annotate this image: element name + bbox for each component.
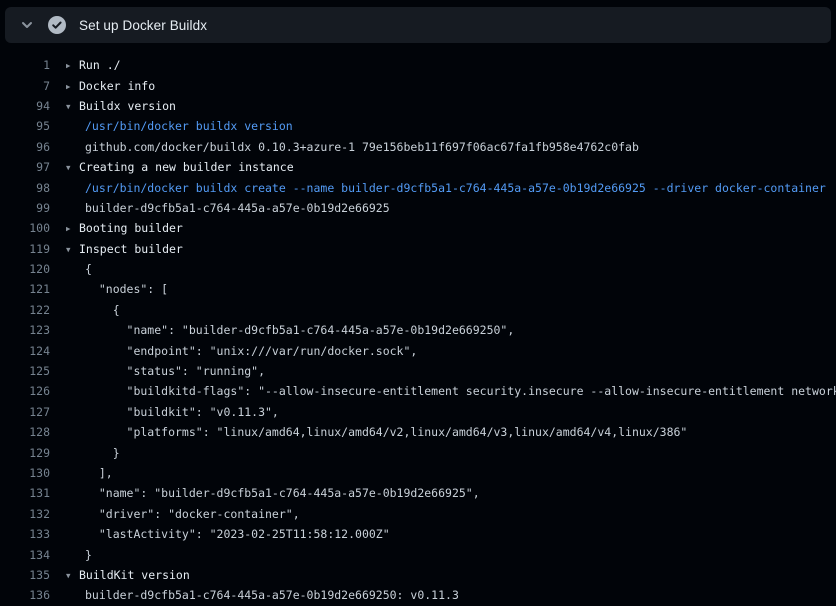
- output-text: "status": "running",: [85, 364, 265, 378]
- group-expanded-icon[interactable]: ▼: [66, 102, 79, 111]
- log-lines: 1▶Run ./7▶Docker info94▼Buildx version95…: [0, 43, 836, 606]
- log-line: 120 {: [0, 259, 836, 279]
- output-text: "platforms": "linux/amd64,linux/amd64/v2…: [85, 425, 687, 439]
- line-number[interactable]: 124: [0, 344, 50, 358]
- group-title[interactable]: Run ./: [79, 58, 121, 72]
- output-text: {: [85, 262, 92, 276]
- group-title[interactable]: Booting builder: [79, 221, 183, 235]
- check-circle-icon: [48, 16, 66, 34]
- group-title[interactable]: Inspect builder: [79, 242, 183, 256]
- line-number[interactable]: 135: [0, 568, 50, 582]
- line-number[interactable]: 131: [0, 486, 50, 500]
- line-number[interactable]: 1: [0, 58, 50, 72]
- output-text: "name": "builder-d9cfb5a1-c764-445a-a57e…: [85, 486, 480, 500]
- group-title[interactable]: Docker info: [79, 79, 155, 93]
- group-title[interactable]: BuildKit version: [79, 568, 190, 582]
- log-line: 135 ▼BuildKit version: [0, 565, 836, 585]
- line-number[interactable]: 121: [0, 282, 50, 296]
- line-number[interactable]: 134: [0, 548, 50, 562]
- log-line: 133 "lastActivity": "2023-02-25T11:58:12…: [0, 524, 836, 544]
- log-line: 119 ▼Inspect builder: [0, 239, 836, 259]
- line-number[interactable]: 129: [0, 446, 50, 460]
- output-text: "endpoint": "unix:///var/run/docker.sock…: [85, 344, 417, 358]
- line-number[interactable]: 127: [0, 405, 50, 419]
- log-line: 132 "driver": "docker-container",: [0, 504, 836, 524]
- line-number[interactable]: 7: [0, 79, 50, 93]
- line-number[interactable]: 128: [0, 425, 50, 439]
- output-text: {: [85, 303, 120, 317]
- output-text: "lastActivity": "2023-02-25T11:58:12.000…: [85, 527, 390, 541]
- line-number[interactable]: 96: [0, 140, 50, 154]
- output-text: builder-d9cfb5a1-c764-445a-a57e-0b19d2e6…: [85, 201, 390, 215]
- line-number[interactable]: 94: [0, 99, 50, 113]
- output-text: builder-d9cfb5a1-c764-445a-a57e-0b19d2e6…: [85, 588, 459, 602]
- group-expanded-icon[interactable]: ▼: [66, 245, 79, 254]
- line-number[interactable]: 136: [0, 588, 50, 602]
- line-number[interactable]: 98: [0, 181, 50, 195]
- output-text: "nodes": [: [85, 282, 168, 296]
- log-line: 129 }: [0, 442, 836, 462]
- output-text: ],: [85, 466, 113, 480]
- log-line: 7 ▶Docker info: [0, 75, 836, 95]
- log-line: 95/usr/bin/docker buildx version: [0, 116, 836, 136]
- line-number[interactable]: 100: [0, 221, 50, 235]
- command-text: /usr/bin/docker buildx create --name bui…: [85, 181, 826, 195]
- log-line: 94 ▼Buildx version: [0, 96, 836, 116]
- group-title[interactable]: Buildx version: [79, 99, 176, 113]
- line-number[interactable]: 99: [0, 201, 50, 215]
- group-expanded-icon[interactable]: ▼: [66, 163, 79, 172]
- group-expanded-icon[interactable]: ▼: [66, 571, 79, 580]
- step-title: Set up Docker Buildx: [79, 18, 207, 33]
- line-number[interactable]: 120: [0, 262, 50, 276]
- line-number[interactable]: 122: [0, 303, 50, 317]
- log-line: 100 ▶Booting builder: [0, 218, 836, 238]
- log-line: 124 "endpoint": "unix:///var/run/docker.…: [0, 340, 836, 360]
- log-line: 126 "buildkitd-flags": "--allow-insecure…: [0, 381, 836, 401]
- line-number[interactable]: 130: [0, 466, 50, 480]
- log-line: 131 "name": "builder-d9cfb5a1-c764-445a-…: [0, 483, 836, 503]
- output-text: }: [85, 548, 92, 562]
- output-text: "driver": "docker-container",: [85, 507, 300, 521]
- line-number[interactable]: 97: [0, 160, 50, 174]
- output-text: }: [85, 446, 120, 460]
- log-line: 127 "buildkit": "v0.11.3",: [0, 402, 836, 422]
- line-number[interactable]: 95: [0, 119, 50, 133]
- log-line: 98/usr/bin/docker buildx create --name b…: [0, 177, 836, 197]
- group-collapsed-icon[interactable]: ▶: [66, 224, 79, 233]
- log-line: 125 "status": "running",: [0, 361, 836, 381]
- log-line: 136 builder-d9cfb5a1-c764-445a-a57e-0b19d…: [0, 585, 836, 605]
- output-text: "name": "builder-d9cfb5a1-c764-445a-a57e…: [85, 323, 514, 337]
- command-text: /usr/bin/docker buildx version: [85, 119, 293, 133]
- output-text: "buildkitd-flags": "--allow-insecure-ent…: [85, 384, 836, 398]
- output-text: "buildkit": "v0.11.3",: [85, 405, 279, 419]
- line-number[interactable]: 125: [0, 364, 50, 378]
- line-number[interactable]: 132: [0, 507, 50, 521]
- step-header[interactable]: Set up Docker Buildx: [5, 7, 831, 43]
- log-line: 123 "name": "builder-d9cfb5a1-c764-445a-…: [0, 320, 836, 340]
- group-collapsed-icon[interactable]: ▶: [66, 61, 79, 70]
- group-collapsed-icon[interactable]: ▶: [66, 82, 79, 91]
- log-line: 96 github.com/docker/buildx 0.10.3+azure-…: [0, 137, 836, 157]
- line-number[interactable]: 119: [0, 242, 50, 256]
- output-text: github.com/docker/buildx 0.10.3+azure-1 …: [85, 140, 639, 154]
- line-number[interactable]: 123: [0, 323, 50, 337]
- line-number[interactable]: 133: [0, 527, 50, 541]
- log-line: 121 "nodes": [: [0, 279, 836, 299]
- chevron-down-icon[interactable]: [19, 17, 35, 33]
- log-line: 97 ▼Creating a new builder instance: [0, 157, 836, 177]
- log-line: 128 "platforms": "linux/amd64,linux/amd6…: [0, 422, 836, 442]
- log-line: 122 {: [0, 300, 836, 320]
- log-line: 130 ],: [0, 463, 836, 483]
- log-line: 1 ▶Run ./: [0, 55, 836, 75]
- group-title[interactable]: Creating a new builder instance: [79, 160, 294, 174]
- log-line: 99 builder-d9cfb5a1-c764-445a-a57e-0b19d2…: [0, 198, 836, 218]
- log-line: 134}: [0, 544, 836, 564]
- line-number[interactable]: 126: [0, 384, 50, 398]
